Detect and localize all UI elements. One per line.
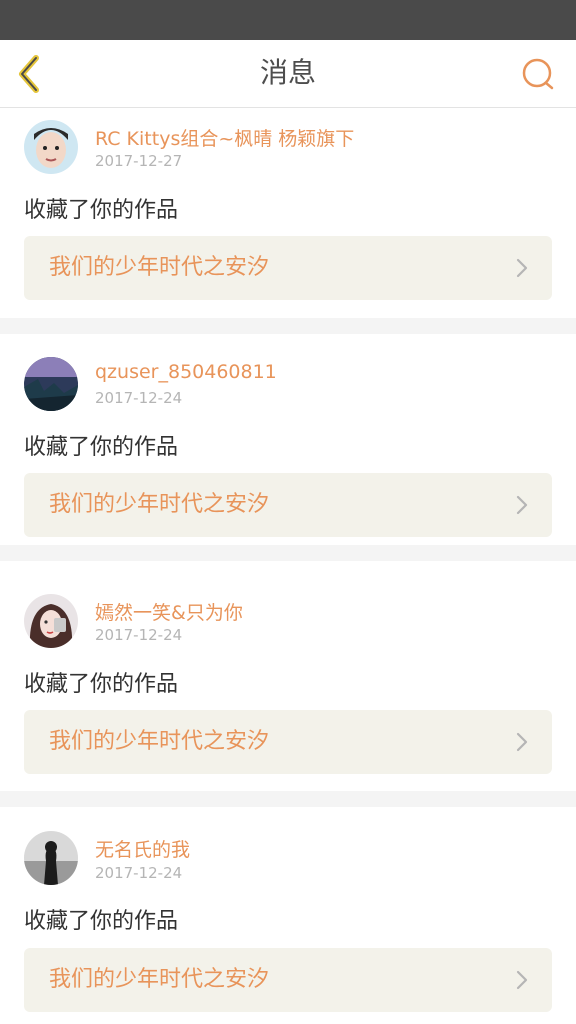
message-card: 嫣然一笑&只为你 2017-12-24 收藏了你的作品 我们的少年时代之安汐 (0, 561, 576, 791)
work-link[interactable]: 我们的少年时代之安汐 (24, 710, 552, 774)
message-date: 2017-12-24 (95, 864, 183, 882)
action-text: 收藏了你的作品 (24, 435, 179, 460)
message-card: 无名氏的我 2017-12-24 收藏了你的作品 我们的少年时代之安汐 (0, 807, 576, 1024)
search-icon (522, 58, 554, 90)
divider (0, 791, 576, 807)
search-button[interactable] (520, 56, 556, 92)
message-date: 2017-12-24 (95, 389, 183, 407)
message-date: 2017-12-27 (95, 152, 183, 170)
work-link[interactable]: 我们的少年时代之安汐 (24, 473, 552, 537)
username[interactable]: RC Kittys组合~枫晴 杨颖旗下 (95, 124, 354, 151)
divider (0, 318, 576, 334)
work-link[interactable]: 我们的少年时代之安汐 (24, 236, 552, 300)
work-link[interactable]: 我们的少年时代之安汐 (24, 948, 552, 1012)
action-text: 收藏了你的作品 (24, 672, 179, 697)
chevron-right-icon (516, 258, 528, 278)
chevron-right-icon (516, 970, 528, 990)
status-bar (0, 0, 576, 40)
username[interactable]: qzuser_850460811 (95, 361, 277, 383)
chevron-right-icon (516, 732, 528, 752)
message-card: qzuser_850460811 2017-12-24 收藏了你的作品 我们的少… (0, 334, 576, 545)
divider (0, 545, 576, 561)
username[interactable]: 无名氏的我 (95, 835, 190, 862)
chevron-right-icon (516, 495, 528, 515)
message-list: RC Kittys组合~枫晴 杨颖旗下 2017-12-27 收藏了你的作品 我… (0, 108, 576, 1024)
work-title: 我们的少年时代之安汐 (49, 255, 270, 280)
message-date: 2017-12-24 (95, 626, 183, 644)
nav-bar: 消息 (0, 40, 576, 108)
action-text: 收藏了你的作品 (24, 198, 179, 223)
avatar[interactable] (24, 357, 78, 411)
avatar[interactable] (24, 831, 78, 885)
avatar[interactable] (24, 120, 78, 174)
work-title: 我们的少年时代之安汐 (49, 492, 270, 517)
work-title: 我们的少年时代之安汐 (49, 729, 270, 754)
message-card: RC Kittys组合~枫晴 杨颖旗下 2017-12-27 收藏了你的作品 我… (0, 108, 576, 318)
username[interactable]: 嫣然一笑&只为你 (95, 598, 243, 625)
work-title: 我们的少年时代之安汐 (49, 967, 270, 992)
action-text: 收藏了你的作品 (24, 909, 179, 934)
avatar[interactable] (24, 594, 78, 648)
page-title: 消息 (259, 56, 316, 89)
